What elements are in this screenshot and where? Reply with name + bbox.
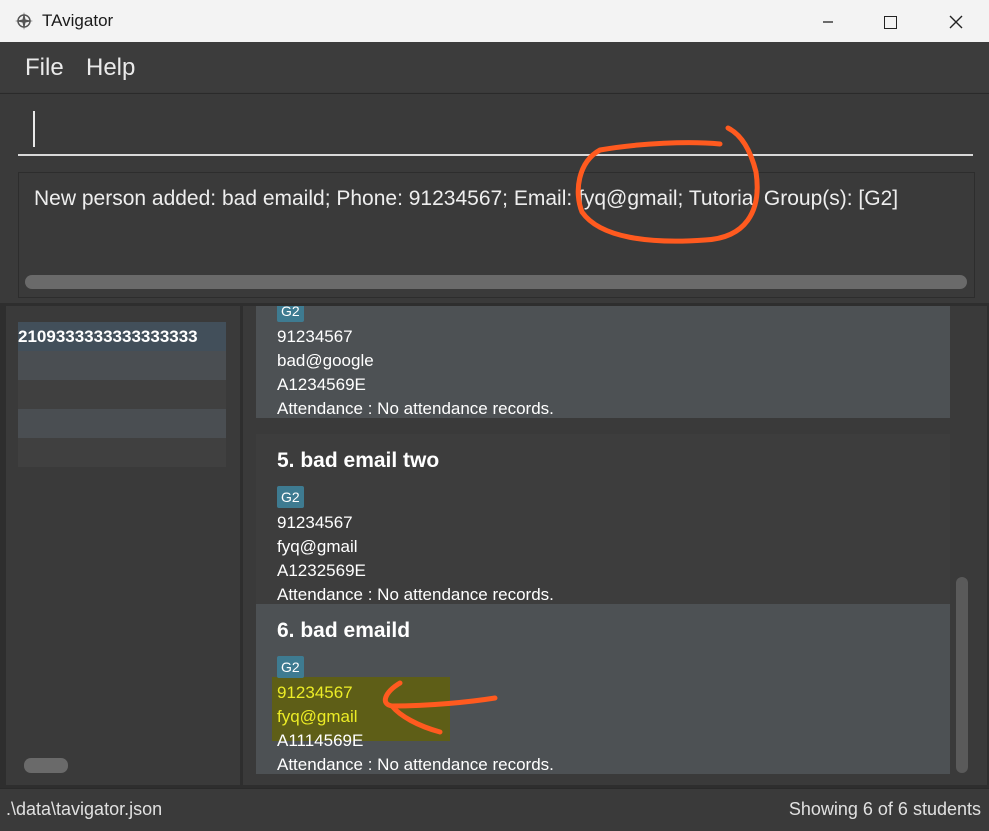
- person-phone: 91234567: [277, 683, 353, 702]
- person-matric: A1234569E: [277, 375, 366, 394]
- menu-help[interactable]: Help: [86, 54, 135, 82]
- person-email: bad@google: [277, 351, 374, 370]
- command-area: [0, 93, 989, 166]
- tutorial-group-item[interactable]: 2109333333333333333: [18, 322, 226, 351]
- maximize-icon: [883, 15, 897, 29]
- person-email: fyq@gmail: [277, 537, 358, 556]
- tutorial-tag: G2: [277, 486, 304, 508]
- student-count: Showing 6 of 6 students: [788, 799, 981, 819]
- person-card[interactable]: 6. bad emaild G2 91234567 fyq@gmail A111…: [256, 604, 950, 774]
- empty-list-row: [18, 380, 226, 409]
- person-phone: 91234567: [277, 327, 353, 346]
- close-button[interactable]: [924, 0, 988, 42]
- minimize-button[interactable]: [796, 0, 860, 42]
- person-name: 5. bad email two: [277, 449, 440, 472]
- command-input[interactable]: [18, 108, 973, 156]
- tutorial-tag: G2: [277, 656, 304, 678]
- window-title: TAvigator: [42, 11, 114, 30]
- maximize-button[interactable]: [858, 0, 922, 42]
- tutorial-group-list: 2109333333333333333: [6, 306, 240, 785]
- person-card[interactable]: 5. bad email two G2 91234567 fyq@gmail A…: [256, 434, 950, 604]
- close-icon: [949, 15, 963, 29]
- person-attendance: Attendance : No attendance records.: [277, 585, 554, 604]
- compass-icon: [15, 12, 33, 30]
- person-attendance: Attendance : No attendance records.: [277, 399, 554, 418]
- empty-list-row: [18, 351, 226, 380]
- empty-list-row: [18, 409, 226, 438]
- person-list: G2 91234567 bad@google A1234569E Attenda…: [243, 306, 987, 785]
- result-horizontal-scrollbar[interactable]: [25, 275, 967, 289]
- menu-file[interactable]: File: [25, 54, 64, 82]
- result-message: New person added: bad emaild; Phone: 912…: [34, 187, 899, 210]
- person-email: fyq@gmail: [277, 707, 358, 726]
- tutorial-tag: G2: [277, 306, 304, 322]
- person-name: 6. bad emaild: [277, 619, 411, 642]
- person-phone: 91234567: [277, 513, 353, 532]
- main-panes: 2109333333333333333 G2 91234567 bad@goog…: [0, 303, 989, 788]
- result-scroll-thumb[interactable]: [25, 275, 967, 289]
- menu-bar: File Help: [0, 42, 989, 92]
- person-card[interactable]: G2 91234567 bad@google A1234569E Attenda…: [256, 306, 950, 418]
- person-matric: A1232569E: [277, 561, 366, 580]
- save-file-path: .\data\tavigator.json: [6, 799, 163, 819]
- result-display: New person added: bad emaild; Phone: 912…: [18, 172, 975, 298]
- person-list-scrollbar[interactable]: [955, 309, 971, 779]
- minimize-icon: [823, 21, 833, 23]
- text-caret: [33, 111, 35, 147]
- status-bar: .\data\tavigator.json Showing 6 of 6 stu…: [0, 788, 989, 831]
- person-matric: A1114569E: [277, 731, 364, 750]
- left-horizontal-scroll-thumb[interactable]: [24, 758, 68, 773]
- empty-list-row: [18, 438, 226, 467]
- person-attendance: Attendance : No attendance records.: [277, 755, 554, 774]
- title-bar: TAvigator: [0, 0, 989, 42]
- person-list-scroll-thumb[interactable]: [956, 577, 968, 773]
- tutorial-group-label: 2109333333333333333: [18, 327, 198, 346]
